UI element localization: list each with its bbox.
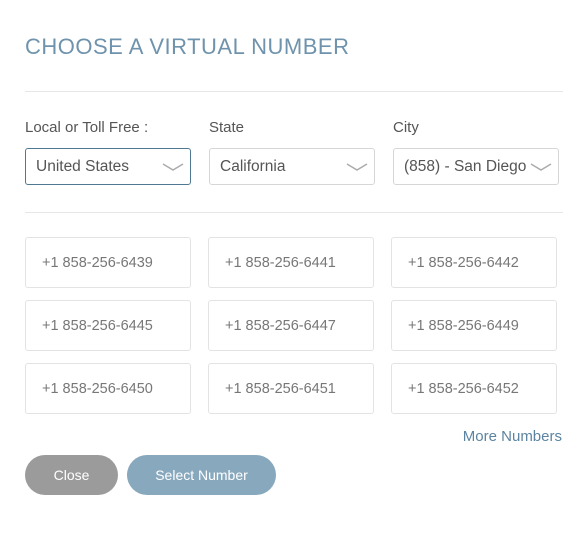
city-select-value: (858) - San Diego bbox=[404, 157, 527, 175]
country-select[interactable]: United States bbox=[25, 148, 191, 185]
chevron-down-icon bbox=[162, 163, 184, 171]
dialog-title: CHOOSE A VIRTUAL NUMBER bbox=[25, 34, 350, 59]
number-option[interactable]: +1 858-256-6441 bbox=[208, 237, 374, 288]
city-label: City bbox=[393, 119, 419, 136]
number-option[interactable]: +1 858-256-6447 bbox=[208, 300, 374, 351]
city-select[interactable]: (858) - San Diego bbox=[393, 148, 559, 185]
state-select-value: California bbox=[220, 157, 286, 175]
divider bbox=[25, 91, 563, 92]
state-select[interactable]: California bbox=[209, 148, 375, 185]
divider bbox=[25, 212, 563, 213]
country-select-value: United States bbox=[36, 157, 130, 175]
number-option[interactable]: +1 858-256-6451 bbox=[208, 363, 374, 414]
select-number-button[interactable]: Select Number bbox=[127, 455, 276, 495]
type-label: Local or Toll Free : bbox=[25, 119, 149, 136]
state-label: State bbox=[209, 119, 245, 136]
more-numbers-link[interactable]: More Numbers bbox=[463, 428, 562, 445]
number-option[interactable]: +1 858-256-6450 bbox=[25, 363, 191, 414]
close-button[interactable]: Close bbox=[25, 455, 118, 495]
number-option[interactable]: +1 858-256-6439 bbox=[25, 237, 191, 288]
chevron-down-icon bbox=[530, 163, 552, 171]
chevron-down-icon bbox=[346, 163, 368, 171]
number-option[interactable]: +1 858-256-6452 bbox=[391, 363, 557, 414]
number-option[interactable]: +1 858-256-6449 bbox=[391, 300, 557, 351]
number-option[interactable]: +1 858-256-6442 bbox=[391, 237, 557, 288]
number-option[interactable]: +1 858-256-6445 bbox=[25, 300, 191, 351]
